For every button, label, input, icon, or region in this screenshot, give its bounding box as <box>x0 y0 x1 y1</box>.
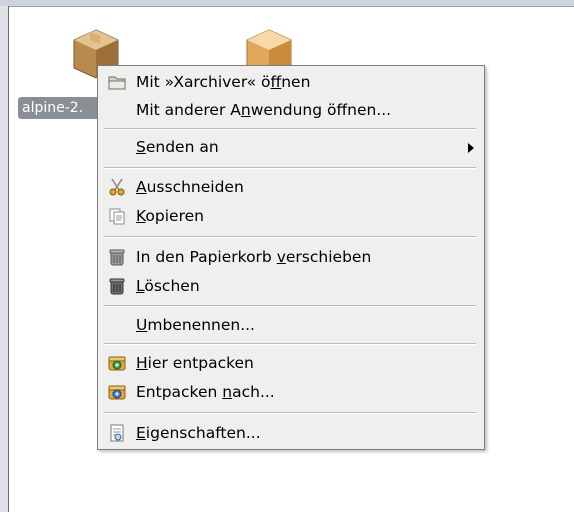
menu-item-rename[interactable]: Umbenennen... <box>98 312 484 338</box>
archive-extract-to-icon <box>108 385 126 400</box>
scissors-icon <box>109 178 125 196</box>
chevron-right-icon <box>468 143 474 153</box>
window-top-border <box>0 0 574 7</box>
trash-icon <box>109 249 125 266</box>
menu-item-open-with-xarchiver[interactable]: Mit »Xarchiver« öffnen <box>98 69 484 95</box>
menu-separator <box>104 128 476 130</box>
menu-item-properties[interactable]: Eigenschaften... <box>98 420 484 446</box>
archive-extract-icon <box>108 356 126 371</box>
context-menu: Mit »Xarchiver« öffnen Mit anderer Anwen… <box>97 65 485 450</box>
menu-item-send-to[interactable]: Senden an <box>98 134 484 160</box>
menu-separator <box>104 236 476 238</box>
menu-separator <box>104 343 476 345</box>
menu-item-copy[interactable]: Kopieren <box>98 203 484 229</box>
menu-item-cut[interactable]: Ausschneiden <box>98 174 484 200</box>
menu-separator <box>104 412 476 414</box>
menu-item-extract-to[interactable]: Entpacken nach... <box>98 379 484 405</box>
menu-item-extract-here[interactable]: Hier entpacken <box>98 350 484 376</box>
copy-icon <box>109 208 125 225</box>
window-left-border <box>0 6 9 512</box>
menu-item-move-to-trash[interactable]: In den Papierkorb verschieben <box>98 244 484 270</box>
menu-item-delete[interactable]: Löschen <box>98 273 484 299</box>
folder-icon <box>108 76 126 90</box>
menu-separator <box>104 305 476 307</box>
delete-icon <box>109 278 125 295</box>
menu-separator <box>104 167 476 169</box>
menu-item-open-with-other[interactable]: Mit anderer Anwendung öffnen... <box>98 97 484 123</box>
properties-icon <box>110 424 124 442</box>
